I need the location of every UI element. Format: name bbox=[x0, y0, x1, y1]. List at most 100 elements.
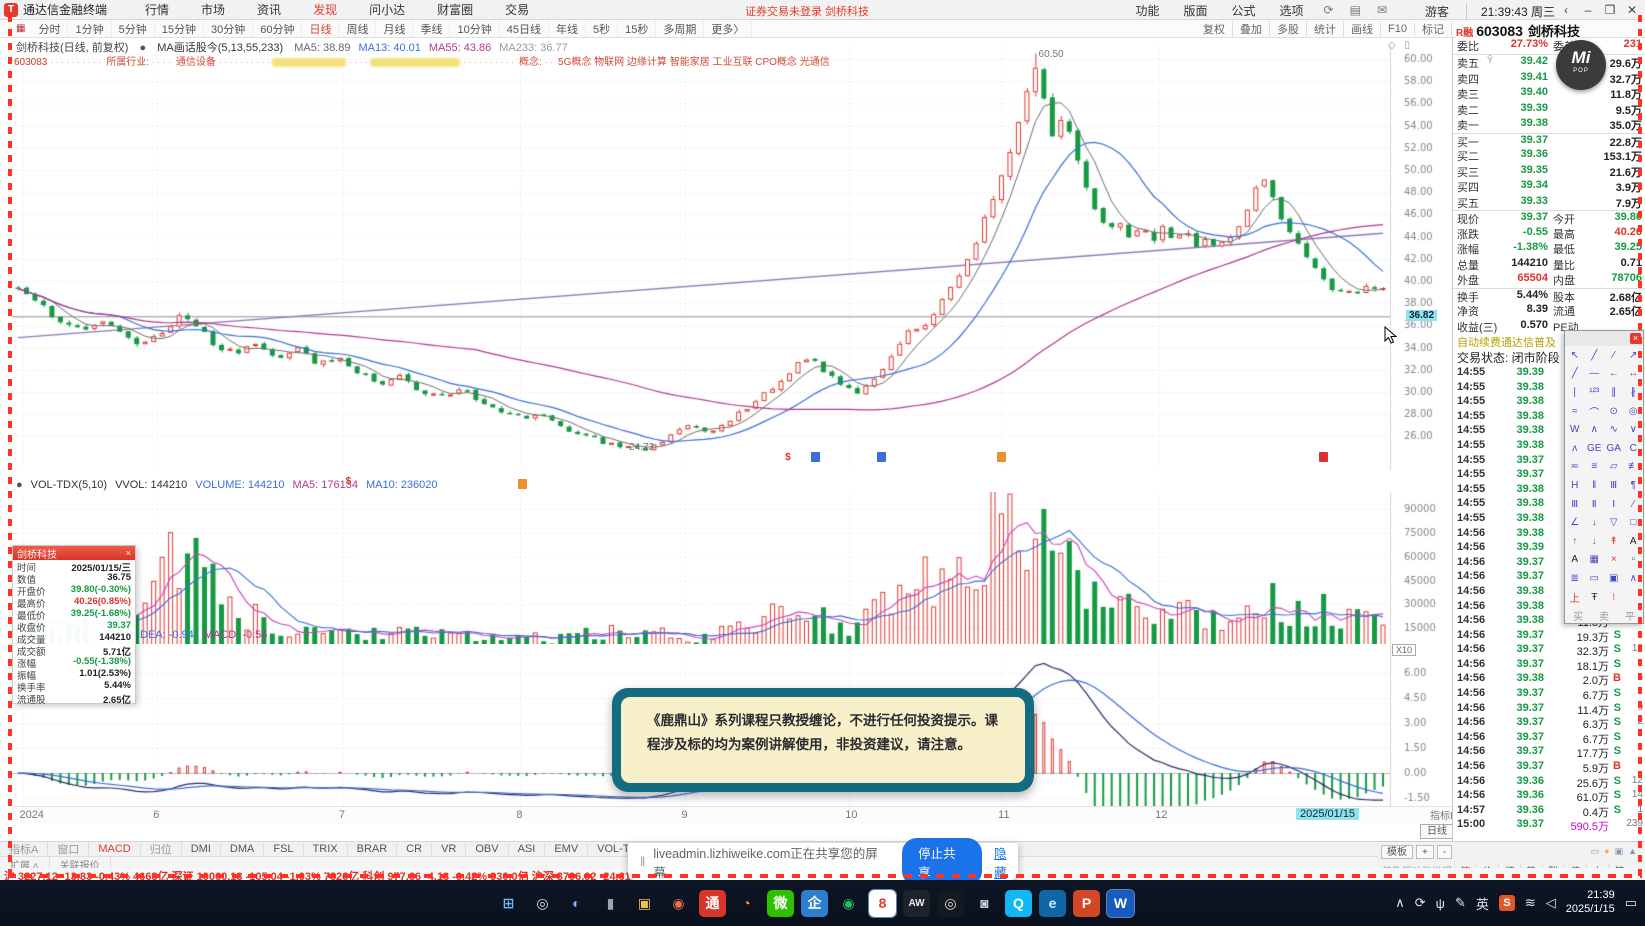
action-叠加[interactable]: 叠加 bbox=[1233, 21, 1270, 37]
draw-tool-icon[interactable]: ≣ bbox=[1565, 569, 1585, 588]
draw-tool-icon[interactable]: — bbox=[1585, 365, 1605, 384]
draw-footer-平[interactable]: 平 bbox=[1625, 608, 1635, 623]
draw-tool-icon[interactable]: ≈ bbox=[1565, 402, 1585, 421]
draw-tool-icon[interactable]: ʌ bbox=[1565, 439, 1585, 458]
indicator-tab-CR[interactable]: CR bbox=[397, 843, 433, 855]
indicator-tab-BRAR[interactable]: BRAR bbox=[348, 843, 398, 855]
draw-footer-卖[interactable]: 卖 bbox=[1599, 608, 1609, 623]
taskbar-powerpoint[interactable]: P bbox=[1073, 889, 1100, 917]
menu-item-财富圈[interactable]: 财富圈 bbox=[421, 3, 489, 17]
draw-tool-icon[interactable]: W bbox=[1565, 420, 1585, 439]
taskbar-camera[interactable]: ◙ bbox=[971, 890, 998, 917]
period-15分钟[interactable]: 15分钟 bbox=[155, 20, 204, 37]
maximize-icon[interactable]: ❐ bbox=[1599, 1, 1621, 19]
event-marker[interactable] bbox=[811, 452, 821, 462]
menu-item-发现[interactable]: 发现 bbox=[297, 3, 353, 17]
taskbar-chrome[interactable]: ◉ bbox=[665, 890, 692, 917]
indicator-tab-OBV[interactable]: OBV bbox=[466, 843, 509, 855]
draw-tool-icon[interactable]: ╱ bbox=[1585, 346, 1605, 365]
draw-tool-icon[interactable]: ↑ bbox=[1565, 532, 1585, 551]
grid-icon[interactable]: ▦ bbox=[16, 23, 25, 34]
period-10分钟[interactable]: 10分钟 bbox=[450, 20, 500, 37]
period-分时[interactable]: 分时 bbox=[31, 20, 69, 37]
period-45日线[interactable]: 45日线 bbox=[500, 20, 549, 37]
taskbar-live-8[interactable]: 8 bbox=[868, 888, 897, 918]
draw-tool-icon[interactable]: Ⅲ bbox=[1565, 495, 1585, 514]
period-月线[interactable]: 月线 bbox=[376, 20, 414, 37]
period-更多〉[interactable]: 更多〉 bbox=[704, 20, 753, 37]
zoom-in-button[interactable]: + bbox=[1416, 844, 1434, 859]
minimize-icon[interactable]: – bbox=[1577, 1, 1599, 19]
menu-item-功能[interactable]: 功能 bbox=[1123, 2, 1171, 19]
notification-icon[interactable]: ▭ bbox=[1625, 895, 1637, 911]
mic-icon[interactable]: ψ bbox=[1436, 896, 1445, 911]
user-label[interactable]: 游客 bbox=[1425, 3, 1449, 20]
industry-value[interactable]: 通信设备 bbox=[176, 57, 216, 68]
period-季线[interactable]: 季线 bbox=[413, 20, 451, 37]
menu-item-问小达[interactable]: 问小达 bbox=[353, 3, 421, 17]
draw-tool-icon[interactable]: Ⅲ bbox=[1604, 476, 1624, 495]
draw-tool-icon[interactable]: H bbox=[1565, 476, 1585, 495]
draw-tool-icon[interactable]: ⌒ bbox=[1585, 402, 1605, 421]
event-marker[interactable] bbox=[996, 452, 1006, 462]
taskbar-start[interactable]: ⊞ bbox=[495, 890, 522, 917]
concept-values[interactable]: 5G概念 物联网 边缘计算 智能家居 工业互联 CPO概念 光通信 bbox=[558, 57, 830, 68]
event-marker[interactable]: $ bbox=[785, 452, 791, 463]
draw-tool-icon[interactable]: GA bbox=[1604, 439, 1624, 458]
draw-tool-icon[interactable]: ∿ bbox=[1604, 420, 1624, 439]
indicator-tab-归位[interactable]: 归位 bbox=[141, 841, 182, 857]
draw-tool-icon[interactable]: Ⅱ bbox=[1585, 495, 1605, 514]
taskbar-aw[interactable]: AW bbox=[903, 889, 930, 917]
menu-item-资讯[interactable]: 资讯 bbox=[241, 3, 297, 17]
draw-tool-icon[interactable]: Ŧ bbox=[1585, 588, 1605, 607]
wifi-icon[interactable]: ≋ bbox=[1525, 895, 1536, 911]
mini-tray-icons[interactable]: ▭ ● ▣ ▲ bbox=[1591, 846, 1637, 857]
taskbar-wecom[interactable]: 企 bbox=[801, 889, 828, 917]
draw-tool-icon[interactable]: A bbox=[1565, 551, 1585, 570]
indicator-tab-DMI[interactable]: DMI bbox=[182, 843, 221, 855]
draw-tool-icon[interactable]: ▦ bbox=[1585, 551, 1605, 570]
period-周线[interactable]: 周线 bbox=[339, 20, 377, 37]
window-icon[interactable]: ▭ bbox=[1591, 846, 1600, 857]
draw-tool-icon[interactable]: ⊙ bbox=[1604, 402, 1624, 421]
period-多周期[interactable]: 多周期 bbox=[656, 20, 705, 37]
taskbar-browser-orange[interactable]: ◔ bbox=[733, 890, 760, 917]
draw-tool-icon[interactable]: ╱ bbox=[1565, 365, 1585, 384]
draw-tool-icon[interactable]: ▽ bbox=[1604, 513, 1624, 532]
period-60分钟[interactable]: 60分钟 bbox=[253, 20, 303, 37]
back-icon[interactable]: ‹ bbox=[1555, 1, 1577, 19]
draw-tool-icon[interactable]: ↓ bbox=[1585, 513, 1605, 532]
zoom-out-button[interactable]: - bbox=[1436, 844, 1453, 859]
draw-tool-icon[interactable]: ¹²³ bbox=[1585, 383, 1605, 402]
event-marker[interactable]: $ bbox=[346, 476, 352, 487]
action-画线[interactable]: 画线 bbox=[1344, 21, 1381, 37]
draw-tool-icon[interactable]: ↟ bbox=[1604, 532, 1624, 551]
event-marker[interactable] bbox=[517, 479, 527, 489]
taskbar-wechat[interactable]: 微 bbox=[767, 889, 794, 917]
draw-tool-icon[interactable]: ↓ bbox=[1585, 532, 1605, 551]
period-5秒[interactable]: 5秒 bbox=[586, 20, 619, 37]
indicator-tab-TRIX[interactable]: TRIX bbox=[304, 843, 348, 855]
draw-tool-icon[interactable]: ⁝ bbox=[1604, 588, 1624, 607]
draw-tool-icon[interactable]: ∣ bbox=[1565, 383, 1585, 402]
draw-footer-买[interactable]: 买 bbox=[1573, 608, 1583, 623]
tray-chevron-icon[interactable]: ∧ bbox=[1395, 895, 1405, 911]
indicator-tab-DMA[interactable]: DMA bbox=[221, 843, 265, 855]
collapse-icon[interactable]: ● bbox=[16, 479, 23, 491]
draw-tool-icon[interactable]: ∥ bbox=[1604, 383, 1624, 402]
action-多股[interactable]: 多股 bbox=[1270, 21, 1307, 37]
menu-item-行情[interactable]: 行情 bbox=[129, 3, 185, 17]
menu-item-版面[interactable]: 版面 bbox=[1171, 2, 1219, 19]
taskbar-meeting[interactable]: ◉ bbox=[835, 890, 862, 917]
event-marker[interactable] bbox=[1318, 452, 1328, 462]
draw-tool-icon[interactable]: ▭ bbox=[1585, 569, 1605, 588]
indicator-tab-窗口[interactable]: 窗口 bbox=[48, 841, 90, 857]
period-5分钟[interactable]: 5分钟 bbox=[112, 20, 155, 37]
period-15秒[interactable]: 15秒 bbox=[618, 20, 657, 37]
taskbar-terminal[interactable]: ▮ bbox=[597, 890, 624, 917]
action-复权[interactable]: 复权 bbox=[1196, 21, 1233, 37]
close-icon[interactable]: × bbox=[126, 548, 131, 558]
indicator-tab-ASI[interactable]: ASI bbox=[509, 843, 546, 855]
draw-tool-icon[interactable]: ∠ bbox=[1565, 513, 1585, 532]
draw-tool-icon[interactable]: × bbox=[1604, 551, 1624, 570]
